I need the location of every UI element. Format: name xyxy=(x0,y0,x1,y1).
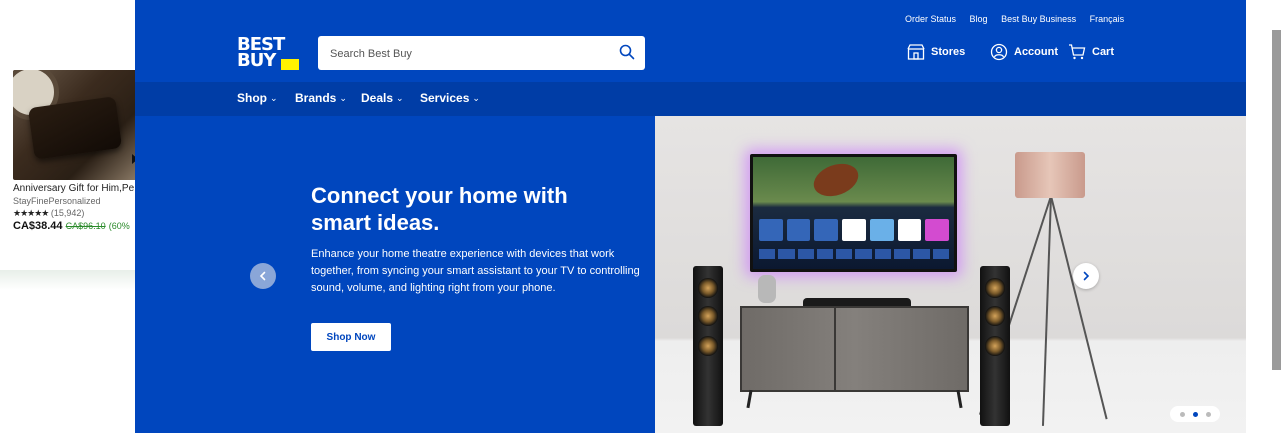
tv-console xyxy=(740,306,969,409)
lamp-leg xyxy=(1041,195,1052,426)
cart-button[interactable]: Cart xyxy=(1068,42,1114,62)
logo-line-2: BUY xyxy=(237,50,276,71)
ad-title[interactable]: Anniversary Gift for Him,Pe xyxy=(13,183,150,194)
ad-price: CA$38.44 CA$96.10 (60% xyxy=(13,220,150,232)
ad-store-name: StayFinePersonalized xyxy=(13,196,101,206)
hero-image xyxy=(655,116,1270,433)
carousel-dot[interactable] xyxy=(1205,411,1211,417)
nav-services[interactable]: Services ⌄ xyxy=(420,91,480,105)
lamp-leg xyxy=(1050,195,1108,420)
site-header: BEST BUY Order Status Blog Best Buy Busi… xyxy=(135,0,1270,82)
chevron-right-icon xyxy=(1083,271,1090,281)
carousel-dot[interactable] xyxy=(1179,411,1185,417)
floor-lamp xyxy=(1015,152,1085,198)
stores-button[interactable]: Stores xyxy=(907,42,965,62)
carousel-indicators xyxy=(1170,406,1220,422)
page-edge xyxy=(1246,0,1281,433)
speaker-left xyxy=(693,266,723,426)
shop-now-button[interactable]: Shop Now xyxy=(311,323,391,351)
football-graphic xyxy=(809,158,863,202)
nav-services-label: Services xyxy=(420,91,470,105)
discount-percent: (60% xyxy=(108,221,130,231)
rating-count: (15,942) xyxy=(50,208,85,218)
link-francais[interactable]: Français xyxy=(1090,14,1125,24)
search-input[interactable] xyxy=(328,36,612,72)
account-label: Account xyxy=(1014,46,1058,58)
chevron-down-icon: ⌄ xyxy=(339,93,347,103)
logo-tag-icon xyxy=(281,59,299,70)
store-icon xyxy=(907,44,925,60)
ad-rating: ★★★★★ (15,942) xyxy=(13,208,84,219)
smart-speaker xyxy=(758,275,776,303)
carousel-next-button[interactable] xyxy=(1073,263,1099,289)
bestbuy-logo[interactable]: BEST BUY xyxy=(237,36,299,72)
nav-deals[interactable]: Deals ⌄ xyxy=(361,91,404,105)
scrollbar[interactable] xyxy=(1272,30,1281,370)
cart-label: Cart xyxy=(1092,46,1115,58)
link-best-buy-business[interactable]: Best Buy Business xyxy=(1001,14,1076,24)
main-nav: Shop ⌄ Brands ⌄ Deals ⌄ Services ⌄ xyxy=(135,82,1270,116)
link-order-status[interactable]: Order Status xyxy=(905,14,956,24)
chevron-down-icon: ⌄ xyxy=(270,93,278,103)
stores-label: Stores xyxy=(931,46,966,58)
tv-screen xyxy=(753,157,954,269)
account-button[interactable]: Account xyxy=(990,42,1058,62)
search-box xyxy=(318,36,645,72)
hero-carousel: Connect your home with smart ideas. Enha… xyxy=(135,116,1270,433)
tv-app-tiles xyxy=(759,219,950,241)
cart-icon xyxy=(1069,44,1086,60)
carousel-prev-button[interactable] xyxy=(250,263,276,289)
ad-product-image[interactable] xyxy=(13,70,138,180)
chevron-left-icon xyxy=(259,271,266,281)
hero-title: Connect your home with smart ideas. xyxy=(311,183,568,235)
ad-card[interactable]: Anniversary Gift for Him,Pe StayFinePers… xyxy=(0,0,150,433)
price-original: CA$96.10 xyxy=(65,221,106,231)
nav-deals-label: Deals xyxy=(361,91,394,105)
tv xyxy=(750,154,957,272)
utility-links: Order Status Blog Best Buy Business Fran… xyxy=(905,14,1135,28)
nav-brands-label: Brands xyxy=(295,91,337,105)
speaker-right xyxy=(980,266,1010,426)
nav-shop-label: Shop xyxy=(237,91,267,105)
hero-body: Enhance your home theatre experience wit… xyxy=(311,248,640,294)
carousel-dot-active[interactable] xyxy=(1192,411,1198,417)
star-rating-icon: ★★★★★ xyxy=(13,208,49,218)
wallet-graphic xyxy=(27,96,123,160)
tv-app-row xyxy=(759,249,949,259)
chevron-down-icon: ⌄ xyxy=(396,93,404,103)
nav-brands[interactable]: Brands ⌄ xyxy=(295,91,347,105)
nav-shop[interactable]: Shop ⌄ xyxy=(237,91,278,105)
bestbuy-page: BEST BUY Order Status Blog Best Buy Busi… xyxy=(135,0,1270,433)
account-icon xyxy=(990,43,1008,61)
price-current: CA$38.44 xyxy=(13,220,63,232)
search-icon[interactable] xyxy=(619,44,635,60)
chevron-down-icon: ⌄ xyxy=(472,93,480,103)
link-blog[interactable]: Blog xyxy=(970,14,988,24)
ad-card-divider xyxy=(0,270,150,290)
